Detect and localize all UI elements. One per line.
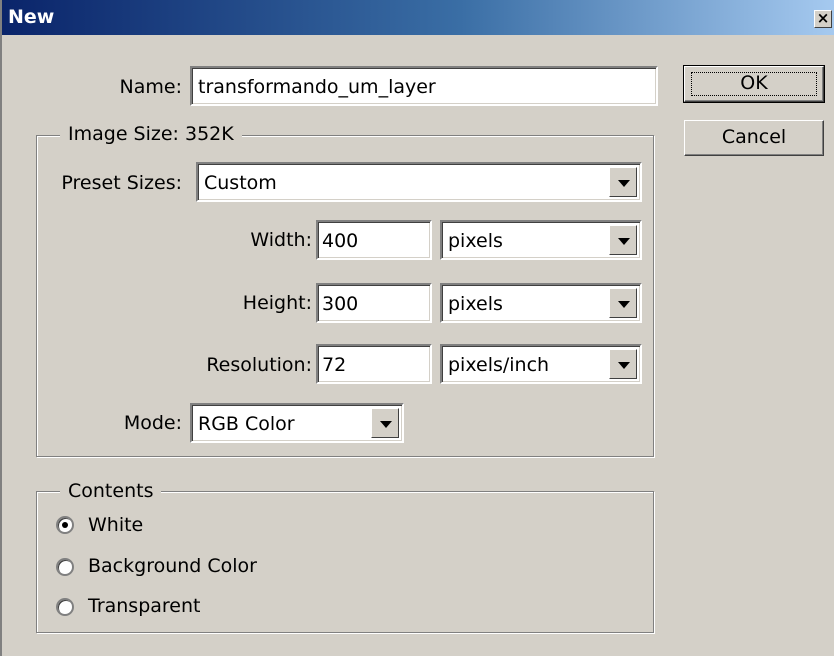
radio-transparent[interactable]	[56, 598, 74, 616]
height-label: Height:	[242, 292, 312, 314]
cancel-button[interactable]: Cancel	[684, 120, 824, 156]
radio-background-color[interactable]	[56, 558, 74, 576]
chevron-down-icon[interactable]	[371, 408, 399, 438]
chevron-down-icon[interactable]	[609, 167, 637, 197]
new-document-dialog: New × Name: transformando_um_layer OK Ca…	[0, 0, 834, 656]
focus-rect	[691, 72, 817, 96]
dialog-title: New	[8, 6, 55, 28]
chevron-down-icon[interactable]	[609, 225, 637, 255]
contents-legend: Contents	[60, 480, 162, 502]
height-unit-select[interactable]: pixels	[440, 283, 642, 323]
radio-transparent-label[interactable]: Transparent	[88, 595, 201, 617]
ok-button[interactable]: OK	[683, 65, 825, 103]
radio-background-color-label[interactable]: Background Color	[88, 555, 257, 577]
resolution-unit-value: pixels/inch	[448, 354, 550, 376]
width-unit-select[interactable]: pixels	[440, 220, 642, 260]
radio-white[interactable]	[56, 516, 74, 534]
name-label: Name:	[119, 76, 182, 98]
preset-sizes-value: Custom	[204, 172, 277, 194]
preset-sizes-select[interactable]: Custom	[196, 162, 642, 202]
width-input-value: 400	[322, 230, 359, 252]
resolution-label: Resolution:	[206, 354, 312, 376]
cancel-button-label: Cancel	[721, 126, 787, 148]
resolution-unit-select[interactable]: pixels/inch	[440, 344, 642, 384]
preset-sizes-label: Preset Sizes:	[61, 172, 182, 194]
height-input-value: 300	[322, 293, 359, 315]
height-input[interactable]: 300	[316, 283, 432, 323]
radio-white-label[interactable]: White	[88, 514, 143, 536]
mode-label: Mode:	[123, 412, 182, 434]
close-icon[interactable]: ×	[814, 10, 832, 28]
mode-value: RGB Color	[198, 413, 295, 435]
mode-select[interactable]: RGB Color	[190, 403, 404, 443]
name-input[interactable]: transformando_um_layer	[190, 66, 658, 106]
height-unit-value: pixels	[448, 293, 503, 315]
chevron-down-icon[interactable]	[609, 349, 637, 379]
chevron-down-icon[interactable]	[609, 288, 637, 318]
resolution-input[interactable]: 72	[316, 344, 432, 384]
width-input[interactable]: 400	[316, 220, 432, 260]
width-unit-value: pixels	[448, 230, 503, 252]
resolution-input-value: 72	[322, 354, 347, 376]
width-label: Width:	[250, 229, 312, 251]
name-input-value: transformando_um_layer	[198, 76, 436, 98]
image-size-legend: Image Size: 352K	[60, 123, 242, 145]
radio-selected-dot	[62, 522, 68, 528]
title-bar[interactable]: New ×	[2, 0, 834, 35]
